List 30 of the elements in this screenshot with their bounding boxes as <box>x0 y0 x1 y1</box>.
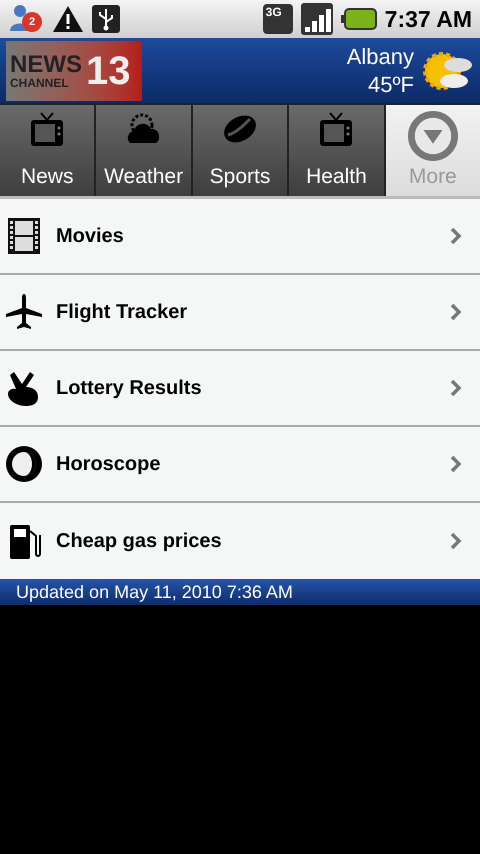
temperature-label: 45ºF <box>368 70 414 98</box>
chevron-icon <box>448 226 464 246</box>
city-label: Albany <box>346 43 414 70</box>
chevron-icon <box>448 531 464 551</box>
warning-icon <box>52 5 84 33</box>
battery-icon <box>340 7 377 31</box>
usb-icon <box>92 5 120 33</box>
nav-tab[interactable]: Weather <box>96 105 191 196</box>
menu-item[interactable]: Flight Tracker <box>0 275 480 351</box>
logo-text: CHANNEL <box>10 76 70 88</box>
logo-text: NEWS <box>10 52 82 76</box>
sun-icon <box>4 444 44 484</box>
update-text: Updated on May 11, 2010 7:36 AM <box>16 580 293 604</box>
dropdown-icon <box>408 111 458 161</box>
logo-number: 13 <box>86 50 130 90</box>
airplane-icon <box>4 292 44 332</box>
nav-tab[interactable]: News <box>0 105 94 196</box>
chevron-icon <box>448 454 464 474</box>
menu-item[interactable]: Horoscope <box>0 427 480 503</box>
nav-tab[interactable]: Sports <box>192 105 288 196</box>
clock: 7:37 AM <box>384 4 472 34</box>
chevron-icon <box>448 302 464 322</box>
menu-item[interactable]: Movies <box>0 199 480 275</box>
menu-item[interactable]: Lottery Results <box>0 351 480 427</box>
nav-tab[interactable]: Health <box>289 105 384 196</box>
network-indicator: 3G <box>262 4 293 34</box>
menu-item[interactable]: Cheap gas prices <box>0 503 480 579</box>
notification-badge: 2 <box>22 12 42 32</box>
chevron-icon <box>448 378 464 398</box>
signal-icon <box>300 3 333 35</box>
